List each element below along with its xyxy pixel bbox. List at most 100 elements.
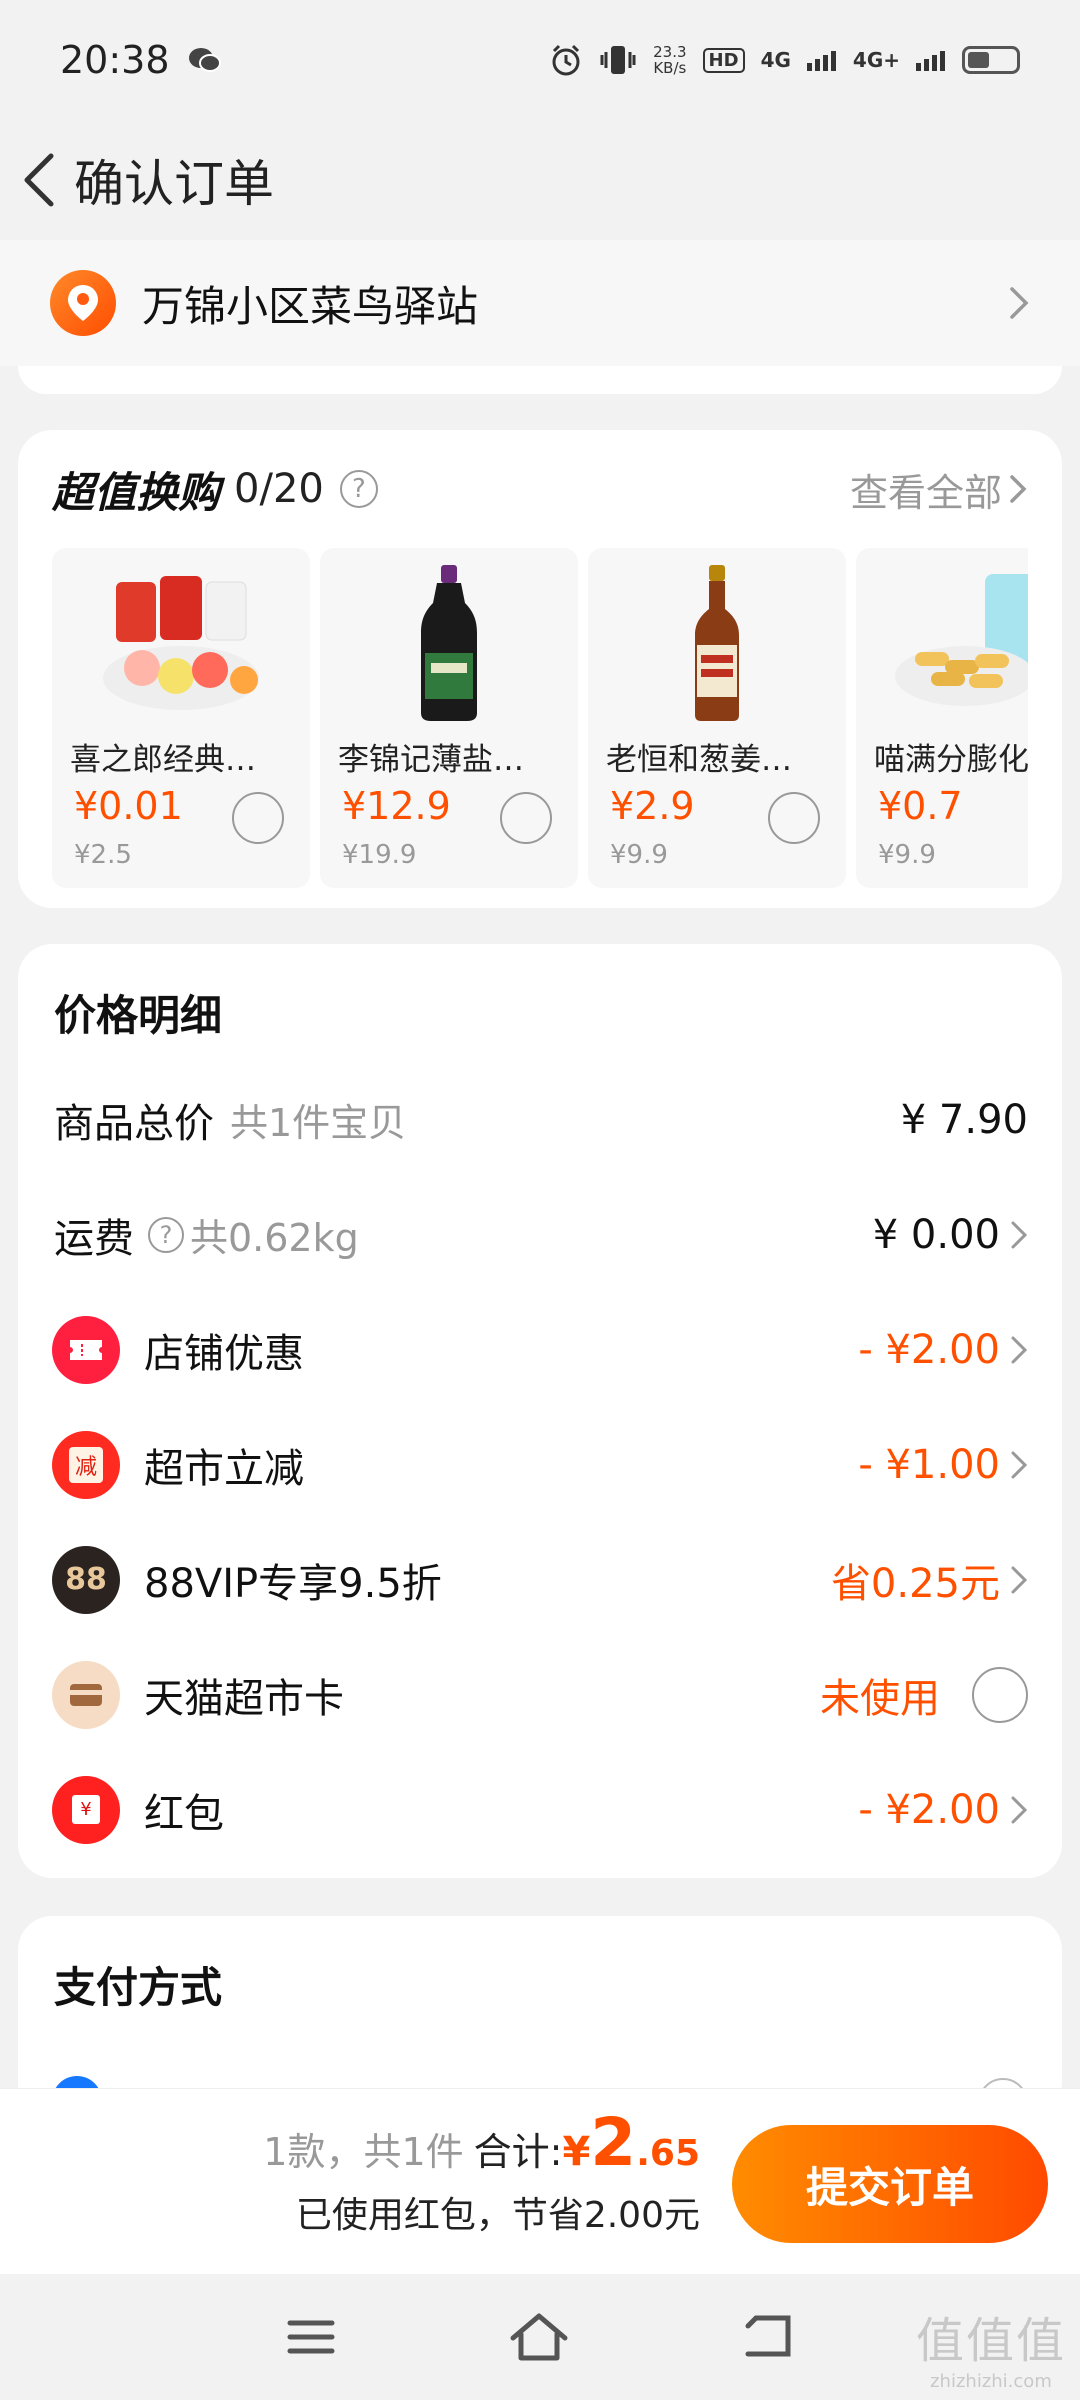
row-store-discount[interactable]: 店铺优惠 - ¥2.00 <box>18 1292 1062 1407</box>
back-button[interactable] <box>4 120 74 240</box>
net-speed: 23.3 KB/s <box>653 44 686 76</box>
payment-title: 支付方式 <box>54 1963 223 2012</box>
product-name: 喵满分膨化 <box>874 742 1028 778</box>
back-nav-icon[interactable] <box>742 2314 794 2360</box>
shipping-value: ¥ 0.00 <box>872 1211 1000 1258</box>
goods-total-value: ¥ 7.90 <box>900 1096 1028 1143</box>
total-decimal: .65 <box>636 2133 700 2174</box>
row-label: 超市立减 <box>144 1445 304 1492</box>
address-row[interactable]: 万锦小区菜鸟驿站 <box>0 240 1080 366</box>
product-card[interactable]: 喵满分膨化 ¥0.7 ¥9.9 <box>856 548 1028 888</box>
total-integer: 2 <box>590 2104 637 2181</box>
row-value: 省0.25元 <box>831 1551 1028 1609</box>
jelly-pack-icon <box>52 558 310 728</box>
exchange-title: 超值换购 <box>52 467 221 517</box>
page-title: 确认订单 <box>74 155 274 213</box>
watermark-url: zhizhizhi.com <box>930 2371 1052 2392</box>
product-price: ¥12.9 <box>342 784 451 828</box>
total-label: 合计: <box>473 2130 563 2174</box>
product-name: 老恒和葱姜… <box>606 742 792 778</box>
row-label: 红包 <box>144 1790 224 1837</box>
row-red-packet[interactable]: ¥ 红包 - ¥2.00 <box>18 1752 1062 1867</box>
row-value: - ¥2.00 <box>858 1327 1028 1373</box>
market-reduction-value: - ¥1.00 <box>858 1441 1000 1488</box>
watermark: 值值值 zhizhizhi.com <box>916 2301 1066 2392</box>
tmall-card-radio[interactable] <box>972 1666 1028 1723</box>
chevron-right-icon <box>1010 475 1027 503</box>
row-market-reduction[interactable]: 减 超市立减 - ¥1.00 <box>18 1407 1062 1522</box>
row-sub: 共0.62kg <box>190 1216 359 1260</box>
product-card[interactable]: 李锦记薄盐… ¥12.9 ¥19.9 <box>320 548 578 888</box>
row-88vip[interactable]: 88 88VIP专享9.5折 省0.25元 <box>18 1522 1062 1637</box>
chevron-left-icon <box>24 153 54 207</box>
puffed-snack-icon <box>856 558 1028 728</box>
help-icon[interactable]: ? <box>148 1216 184 1253</box>
address-label: 万锦小区菜鸟驿站 <box>142 281 479 331</box>
product-original-price: ¥9.9 <box>610 840 668 870</box>
row-value: - ¥1.00 <box>858 1442 1028 1488</box>
product-select-radio[interactable] <box>500 792 552 844</box>
net-speed-unit: KB/s <box>653 59 687 77</box>
see-all-label: 查看全部 <box>849 470 1002 515</box>
product-name: 李锦记薄盐… <box>338 742 524 778</box>
address-card-bottom <box>18 366 1062 394</box>
row-label: 店铺优惠 <box>144 1330 304 1377</box>
net-speed-value: 23.3 <box>653 43 687 61</box>
submit-order-button[interactable]: 提交订单 <box>732 2125 1048 2243</box>
product-carousel[interactable]: 喜之郎经典… ¥0.01 ¥2.5 李锦记薄盐… ¥12.9 ¥19.9 老恒和… <box>52 548 1028 888</box>
row-tmall-card[interactable]: 天猫超市卡 未使用 <box>18 1637 1062 1752</box>
chevron-right-icon <box>1011 1336 1028 1363</box>
gift-card-icon <box>52 1660 120 1729</box>
product-price: ¥0.01 <box>74 784 183 828</box>
row-label: 商品总价 <box>54 1100 214 1147</box>
checkout-bar: 1款，共1件 合计: ¥ 2 .65 已使用红包，节省2.00元 提交订单 <box>0 2088 1080 2274</box>
product-card[interactable]: 喜之郎经典… ¥0.01 ¥2.5 <box>52 548 310 888</box>
price-detail-section: 价格明细 商品总价 共1件宝贝 ¥ 7.90 运费 ? 共0.62kg ¥ 0.… <box>18 944 1062 1878</box>
row-label: 天猫超市卡 <box>144 1675 344 1722</box>
home-icon[interactable] <box>509 2312 569 2362</box>
product-original-price: ¥19.9 <box>342 840 417 870</box>
product-name: 喜之郎经典… <box>70 742 256 778</box>
status-time: 20:38 <box>60 38 170 82</box>
hd-badge: HD <box>702 47 745 73</box>
signal-icon <box>806 51 836 71</box>
menu-icon[interactable] <box>286 2317 336 2357</box>
header: 确认订单 <box>0 120 1080 240</box>
row-shipping[interactable]: 运费 ? 共0.62kg ¥ 0.00 <box>18 1177 1062 1292</box>
store-discount-value: - ¥2.00 <box>858 1326 1000 1373</box>
vibrate-icon <box>600 46 636 74</box>
row-value: - ¥2.00 <box>858 1787 1028 1833</box>
soy-sauce-bottle-icon <box>320 558 578 728</box>
row-value: ¥ 0.00 <box>873 1212 1028 1258</box>
red-packet-icon: ¥ <box>52 1775 120 1844</box>
saving-text: 已使用红包，节省2.00元 <box>295 2195 700 2236</box>
chevron-right-icon <box>1011 1451 1028 1478</box>
help-icon[interactable]: ? <box>339 470 378 508</box>
product-original-price: ¥9.9 <box>878 840 936 870</box>
row-sub: 共1件宝贝 <box>230 1101 407 1145</box>
reduction-icon: 减 <box>52 1430 120 1499</box>
wechat-icon <box>188 48 221 72</box>
watermark-text: 值值值 <box>915 2313 1066 2369</box>
coupon-icon <box>52 1315 120 1384</box>
see-all-link[interactable]: 查看全部 <box>850 462 1028 517</box>
chevron-right-icon <box>1011 1566 1028 1593</box>
row-value: ¥ 7.90 <box>901 1097 1028 1143</box>
status-bar: 20:38 23.3 KB/s HD 4G 4G+ <box>0 0 1080 120</box>
product-original-price: ¥2.5 <box>74 840 132 870</box>
chevron-right-icon <box>1010 287 1029 319</box>
product-select-radio[interactable] <box>232 792 284 844</box>
battery-icon <box>962 46 1020 74</box>
row-label: 88VIP专享9.5折 <box>144 1560 442 1607</box>
row-value: 未使用 <box>820 1666 1028 1724</box>
payment-section: 支付方式 <box>18 1916 1062 2128</box>
cooking-wine-bottle-icon <box>588 558 846 728</box>
alarm-icon <box>552 44 580 76</box>
product-price: ¥0.7 <box>878 784 963 828</box>
product-select-radio[interactable] <box>768 792 820 844</box>
signal-4g-label: 4G <box>760 48 791 72</box>
red-packet-value: - ¥2.00 <box>858 1786 1000 1833</box>
product-card[interactable]: 老恒和葱姜… ¥2.9 ¥9.9 <box>588 548 846 888</box>
total-currency: ¥ <box>562 2129 591 2175</box>
row-goods-total: 商品总价 共1件宝贝 ¥ 7.90 <box>18 1062 1062 1177</box>
